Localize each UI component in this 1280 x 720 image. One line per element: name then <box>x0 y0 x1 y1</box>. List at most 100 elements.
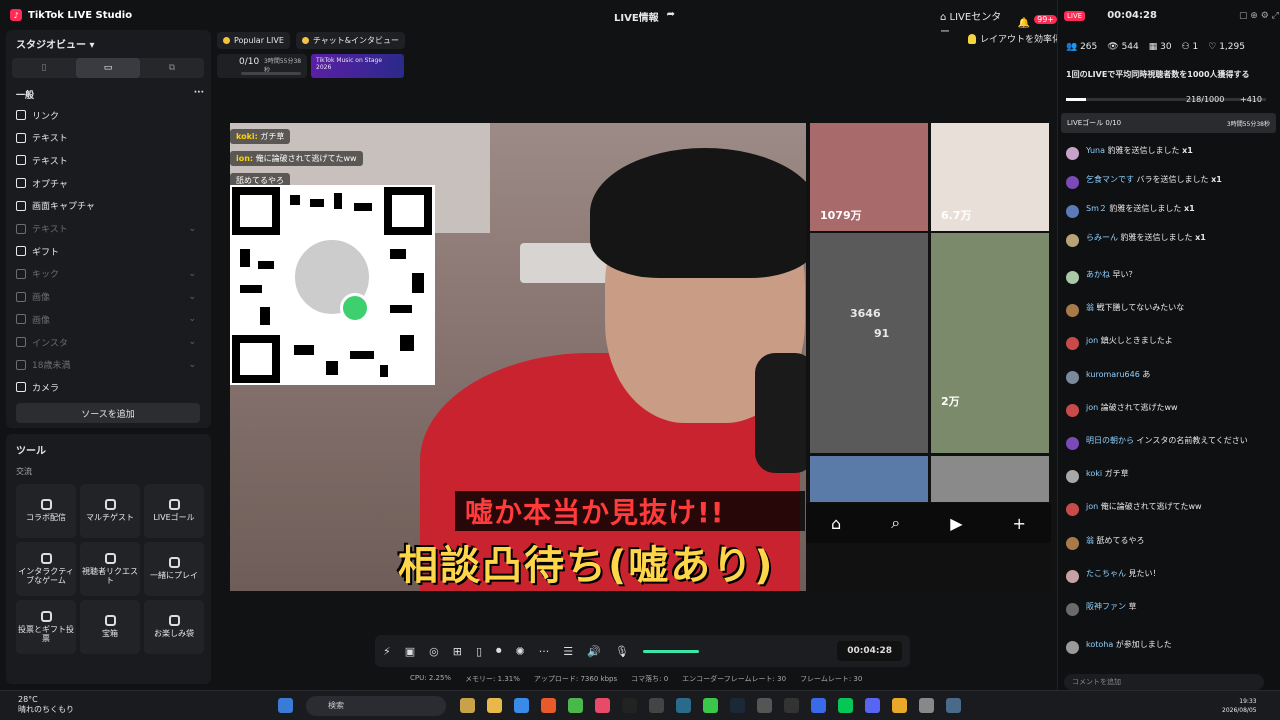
source-item[interactable]: カメラ <box>16 377 196 397</box>
chevron-down-icon[interactable]: ⌄ <box>188 269 196 279</box>
folder-icon[interactable] <box>487 698 502 713</box>
mixer-icon[interactable]: ☰ <box>563 645 573 658</box>
start-icon[interactable] <box>278 698 293 713</box>
app-icon[interactable] <box>514 698 529 713</box>
mic-volume-slider[interactable] <box>642 649 699 653</box>
landscape-option[interactable]: ▭ <box>76 58 140 78</box>
avatar[interactable] <box>1066 537 1079 550</box>
preview-canvas[interactable]: koki: ガチ草ion: 俺に論破されて逃げてたww舐めてるやろたこちゃん: … <box>230 123 1051 591</box>
portrait-option[interactable]: ▯ <box>12 58 76 78</box>
browser-icon[interactable] <box>541 698 556 713</box>
source-item[interactable]: キック ⌄ <box>16 264 196 284</box>
chat-username[interactable]: たこちゃん <box>1086 569 1126 578</box>
tool-button[interactable]: 一緒にプレイ <box>144 542 204 596</box>
share-icon[interactable]: ➦ <box>667 9 675 24</box>
layout-tip[interactable]: レイアウトを効率化 <box>968 32 1061 45</box>
popular-live-tab[interactable]: Popular LIVE <box>217 32 290 49</box>
source-item[interactable]: インスタ ⌄ <box>16 332 196 352</box>
chevron-down-icon[interactable]: ⌄ <box>188 314 196 324</box>
source-item[interactable]: 18歳未満 ⌄ <box>16 355 196 375</box>
bell-icon[interactable]: 🔔 <box>1018 18 1030 29</box>
phone-icon[interactable]: ▯ <box>476 645 482 658</box>
app-icon[interactable] <box>892 698 907 713</box>
chevron-down-icon[interactable]: ⌄ <box>188 360 196 370</box>
tool-button[interactable]: インタラクティブなゲーム <box>16 542 76 596</box>
tool-button[interactable]: LIVEゴール <box>144 484 204 538</box>
avatar[interactable] <box>1066 176 1079 189</box>
avatar[interactable] <box>1066 437 1079 450</box>
chat-username[interactable]: Yuna <box>1086 146 1105 155</box>
multi-option[interactable]: ⧉ <box>140 58 204 78</box>
source-item[interactable]: リンク <box>16 105 196 125</box>
live-goal-row[interactable]: LIVEゴール 0/10 3時間55分38秒 <box>1061 113 1276 133</box>
taskbar-clock[interactable]: 19:33 2026/08/05 <box>1222 697 1257 715</box>
chat-message[interactable]: 阪神ファン 草 <box>1066 602 1266 616</box>
line-icon[interactable] <box>838 698 853 713</box>
effects-icon[interactable]: ✺ <box>516 645 525 658</box>
avatar[interactable] <box>1066 404 1079 417</box>
chevron-down-icon[interactable]: ⌄ <box>188 337 196 347</box>
avatar[interactable] <box>1066 304 1079 317</box>
window-controls[interactable]: ▢ ⊕ ⚙ ⤢ <box>1239 11 1279 21</box>
app-icon[interactable] <box>919 698 934 713</box>
avatar[interactable] <box>1066 234 1079 247</box>
avatar[interactable] <box>1066 641 1079 654</box>
tiktok-icon[interactable] <box>622 698 637 713</box>
ai-icon[interactable]: ◎ <box>429 645 439 658</box>
app-icon[interactable] <box>703 698 718 713</box>
avatar[interactable] <box>1066 337 1079 350</box>
studio-view-dropdown[interactable]: スタジオビュー ▾ <box>16 36 95 51</box>
chat-username[interactable]: jon <box>1086 336 1098 345</box>
chrome-icon[interactable] <box>568 698 583 713</box>
chat-message[interactable]: jon 俺に論破されて逃げてたww <box>1066 502 1266 516</box>
chat-message[interactable]: kotoha が参加しました <box>1066 640 1266 654</box>
taskbar-search[interactable]: 検索 <box>306 696 446 716</box>
chat-message[interactable]: kuromaru646 あ <box>1066 370 1266 384</box>
goal-widget[interactable]: 0/10 3時間55分38秒 <box>217 54 307 78</box>
chat-username[interactable]: 明日の朝から <box>1086 436 1134 445</box>
tool-button[interactable]: コラボ配信 <box>16 484 76 538</box>
chat-message[interactable]: 翁 戦下膳してないみたいな <box>1066 303 1266 317</box>
avatar[interactable] <box>1066 603 1079 616</box>
event-banner[interactable]: TikTok Music on Stage 2026 <box>311 54 404 78</box>
tool-button[interactable]: 投票とギフト投票 <box>16 600 76 654</box>
chat-message[interactable]: Yuna 豹雅を送信しました x1 <box>1066 146 1266 160</box>
avatar[interactable] <box>1066 470 1079 483</box>
chat-username[interactable]: kotoha <box>1086 640 1113 649</box>
add-scene-icon[interactable]: ⊞ <box>453 645 462 658</box>
capture-icon[interactable]: ▣ <box>405 645 415 658</box>
chat-username[interactable]: 翁 <box>1086 303 1094 312</box>
chat-username[interactable]: koki <box>1086 469 1102 478</box>
source-item[interactable]: 画像 ⌄ <box>16 287 196 307</box>
live-info[interactable]: LIVE情報 ➦ <box>614 9 675 24</box>
app-icon[interactable] <box>649 698 664 713</box>
mic-icon[interactable]: 🎙 <box>615 645 629 658</box>
chat-message[interactable]: koki ガチ草 <box>1066 469 1266 483</box>
qr-code[interactable] <box>230 185 435 385</box>
chevron-down-icon[interactable]: ⌄ <box>188 292 196 302</box>
avatar[interactable] <box>1066 147 1079 160</box>
chat-message[interactable]: 翁 舐めてるやろ <box>1066 536 1266 550</box>
settings-icon[interactable] <box>946 698 961 713</box>
avatar[interactable] <box>1066 371 1079 384</box>
chat-message[interactable]: たこちゃん 見たい！ <box>1066 569 1266 583</box>
tool-button[interactable]: お楽しみ袋 <box>144 600 204 654</box>
source-item[interactable]: テキスト <box>16 128 196 148</box>
chat-username[interactable]: らみーん <box>1086 233 1118 242</box>
chat-username[interactable]: jon <box>1086 403 1098 412</box>
source-item[interactable]: テキスト <box>16 150 196 170</box>
weather-widget[interactable]: 28°C 晴れのちくもり <box>18 695 74 714</box>
source-item[interactable]: 画像 ⌄ <box>16 309 196 329</box>
source-item[interactable]: テキスト ⌄ <box>16 219 196 239</box>
tool-button[interactable]: マルチゲスト <box>80 484 140 538</box>
chat-message[interactable]: あかね 早い？ <box>1066 270 1266 284</box>
record-icon[interactable]: ⏺ <box>496 644 502 658</box>
chat-message[interactable]: jon 鎮火しときましたよ <box>1066 336 1266 350</box>
app-icon[interactable] <box>811 698 826 713</box>
chevron-down-icon[interactable]: ⌄ <box>188 224 196 234</box>
source-item[interactable]: ギフト <box>16 241 196 261</box>
chat-interview-tab[interactable]: チャット&インタビュー <box>295 32 406 49</box>
discord-icon[interactable] <box>865 698 880 713</box>
chat-username[interactable]: 翁 <box>1086 536 1094 545</box>
chat-message[interactable]: 明日の朝から インスタの名前教えてください <box>1066 436 1266 450</box>
